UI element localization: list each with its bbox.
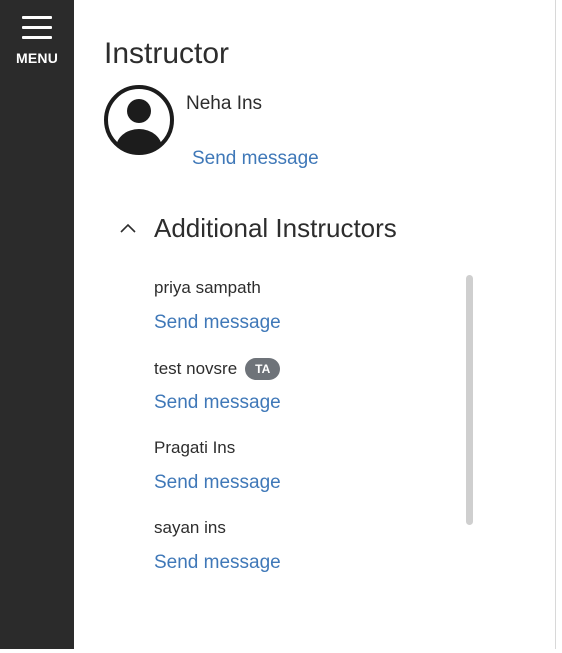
additional-instructors-toggle[interactable]: Additional Instructors bbox=[118, 210, 397, 246]
instructor-list-item: priya sampath Send message bbox=[154, 270, 478, 350]
send-message-link[interactable]: Send message bbox=[154, 552, 281, 574]
chevron-up-icon bbox=[120, 223, 136, 233]
content-border bbox=[555, 0, 556, 649]
send-message-link[interactable]: Send message bbox=[154, 392, 281, 414]
page-title: Instructor bbox=[104, 37, 230, 70]
instructor-name: test novsre TA bbox=[154, 358, 281, 380]
send-message-link[interactable]: Send message bbox=[154, 312, 281, 334]
instructor-list-item: sayan ins Send message bbox=[154, 510, 478, 590]
sidebar: MENU bbox=[0, 0, 74, 649]
hamburger-icon bbox=[22, 16, 52, 40]
instructor-panel: Instructor Neha Ins Send message Additio… bbox=[74, 0, 555, 649]
instructor-list-item: Pragati Ins Send message bbox=[154, 430, 478, 510]
list-scrollbar[interactable] bbox=[466, 275, 473, 525]
section-title: Additional Instructors bbox=[154, 212, 397, 243]
user-avatar-icon bbox=[104, 85, 174, 155]
menu-label: MENU bbox=[15, 50, 59, 66]
instructor-name: sayan ins bbox=[154, 518, 226, 537]
instructor-name: priya sampath bbox=[154, 278, 261, 297]
instructor-name: Pragati Ins bbox=[154, 438, 236, 457]
instructor-list-item: test novsre TA Send message bbox=[154, 350, 478, 430]
primary-send-message-link[interactable]: Send message bbox=[192, 148, 319, 170]
menu-button[interactable]: MENU bbox=[0, 10, 74, 80]
ta-badge: TA bbox=[245, 358, 281, 380]
additional-instructors-list[interactable]: priya sampath Send message test novsre T… bbox=[154, 270, 478, 604]
send-message-link[interactable]: Send message bbox=[154, 472, 281, 494]
primary-instructor-name: Neha Ins bbox=[186, 93, 263, 114]
